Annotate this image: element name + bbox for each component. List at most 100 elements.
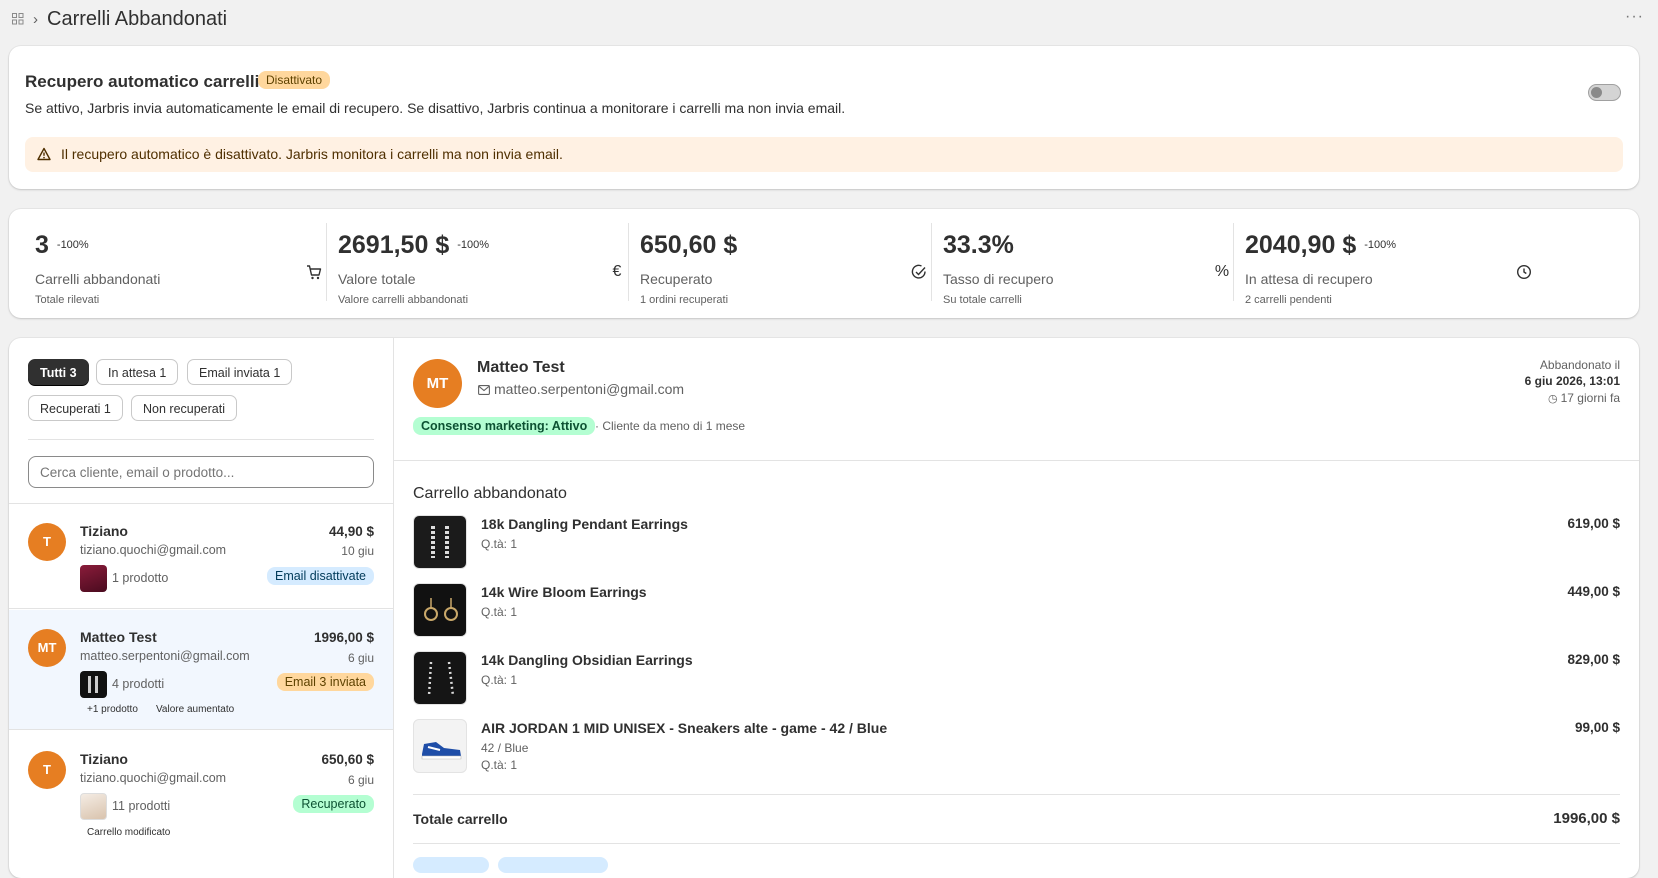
percent-icon: % bbox=[1214, 263, 1230, 280]
status-badge: Disattivato bbox=[258, 71, 331, 89]
carts-panel: Tutti 3 In attesa 1 Email inviata 1 Recu… bbox=[9, 338, 1639, 878]
customer-since: · Cliente da meno di 1 mese bbox=[595, 419, 746, 433]
cart-icon bbox=[307, 265, 322, 280]
recovery-toggle[interactable] bbox=[1588, 84, 1621, 101]
earring-image bbox=[431, 526, 449, 558]
product-name[interactable]: AIR JORDAN 1 MID UNISEX - Sneakers alte … bbox=[481, 720, 887, 736]
stat-change: -100% bbox=[56, 239, 89, 251]
product-variant: 42 / Blue bbox=[481, 741, 529, 755]
section-title: Carrello abbandonato bbox=[413, 485, 567, 502]
stat-value: 650,60 $ bbox=[640, 231, 738, 259]
divider bbox=[394, 460, 1639, 461]
filter-recovered[interactable]: Recuperati 1 bbox=[28, 395, 123, 421]
cart-amount: 650,60 $ bbox=[321, 752, 374, 767]
toggle-knob bbox=[1591, 87, 1602, 98]
cart-amount: 1996,00 $ bbox=[313, 630, 374, 645]
customer-email[interactable]: matteo.serpentoni@gmail.com bbox=[494, 381, 684, 397]
cart-list-item[interactable]: T Tiziano tiziano.quochi@gmail.com 44,90… bbox=[9, 504, 393, 609]
cart-item: AIR JORDAN 1 MID UNISEX - Sneakers alte … bbox=[413, 719, 1620, 779]
customer-name: Matteo Test bbox=[477, 359, 565, 376]
total-value: 1996,00 $ bbox=[1553, 810, 1620, 827]
apps-icon[interactable] bbox=[12, 13, 24, 25]
product-thumbnail bbox=[80, 565, 107, 592]
product-price: 449,00 $ bbox=[1567, 584, 1620, 599]
status-badge: Email 3 inviata bbox=[276, 673, 374, 691]
total-label: Totale carrello bbox=[413, 811, 508, 827]
status-badge: Recuperato bbox=[293, 795, 374, 813]
divider bbox=[9, 729, 393, 730]
product-qty: Q.tà: 1 bbox=[481, 673, 518, 687]
divider bbox=[1233, 223, 1234, 301]
cart-detail-pane: MT Matteo Test matteo.serpentoni@gmail.c… bbox=[394, 338, 1639, 878]
stat-pending: 2040,90 $ -100% In attesa di recupero 2 c… bbox=[1233, 223, 1545, 307]
product-image bbox=[413, 515, 467, 569]
avatar: MT bbox=[28, 629, 66, 667]
divider bbox=[628, 223, 629, 301]
filter-waiting[interactable]: In attesa 1 bbox=[96, 359, 179, 385]
stats-card: 3 -100% Carrelli abbandonati Totale rilev… bbox=[9, 209, 1639, 318]
stat-sub: Totale rilevati bbox=[35, 294, 100, 306]
earring-thumbnail bbox=[88, 676, 98, 693]
filter-all[interactable]: Tutti 3 bbox=[28, 359, 89, 385]
stat-abandoned-carts: 3 -100% Carrelli abbandonati Totale rilev… bbox=[35, 223, 335, 307]
product-qty: Q.tà: 1 bbox=[481, 605, 518, 619]
product-qty: Q.tà: 1 bbox=[481, 758, 518, 772]
stat-label: Carrelli abbandonati bbox=[35, 271, 161, 287]
customer-email: matteo.serpentoni@gmail.com bbox=[80, 649, 250, 663]
mail-icon bbox=[478, 385, 490, 395]
customer-email: tiziano.quochi@gmail.com bbox=[80, 771, 227, 785]
search-input[interactable] bbox=[28, 456, 374, 488]
earring-image bbox=[427, 661, 455, 697]
product-name[interactable]: 18k Dangling Pendant Earrings bbox=[481, 516, 688, 532]
clock-icon: ◷ bbox=[1547, 393, 1561, 405]
abandoned-date: 6 giu 2026, 13:01 bbox=[1524, 374, 1620, 388]
stat-change: -100% bbox=[1364, 239, 1397, 251]
stat-recovered: 650,60 $ Recuperato 1 ordini recuperati bbox=[628, 223, 940, 307]
customer-email: tiziano.quochi@gmail.com bbox=[80, 543, 227, 557]
filter-email-sent[interactable]: Email inviata 1 bbox=[187, 359, 293, 385]
avatar: T bbox=[28, 523, 66, 561]
cart-list-item-selected[interactable]: MT Matteo Test matteo.serpentoni@gmail.c… bbox=[9, 610, 393, 730]
stat-value: 2691,50 $ -100% bbox=[338, 231, 490, 259]
cart-list-item[interactable]: T Tiziano tiziano.quochi@gmail.com 650,6… bbox=[9, 731, 393, 851]
product-name[interactable]: 14k Dangling Obsidian Earrings bbox=[481, 652, 693, 668]
check-circle-icon bbox=[911, 264, 926, 279]
stat-sub: Valore carrelli abbandonati bbox=[338, 294, 469, 306]
stat-value: 2040,90 $ -100% bbox=[1245, 231, 1397, 259]
stat-recovery-rate: 33.3% Tasso di recupero Su totale carrel… bbox=[931, 223, 1243, 307]
sneaker-image bbox=[421, 742, 462, 760]
divider bbox=[9, 608, 393, 609]
product-thumbnail bbox=[80, 793, 107, 820]
divider bbox=[326, 223, 327, 301]
product-qty: Q.tà: 1 bbox=[481, 537, 518, 551]
clock-icon bbox=[1516, 264, 1532, 280]
stat-label: Tasso di recupero bbox=[943, 271, 1054, 287]
recovery-title: Recupero automatico carrelli bbox=[25, 72, 260, 91]
chevron-right-icon: › bbox=[33, 11, 38, 28]
cart-item: 14k Dangling Obsidian Earrings Q.tà: 1 8… bbox=[413, 651, 1620, 711]
stat-sub: 1 ordini recuperati bbox=[640, 294, 729, 306]
stat-sub: 2 carrelli pendenti bbox=[1245, 294, 1332, 306]
badge-partial bbox=[498, 857, 608, 873]
avatar: MT bbox=[413, 359, 462, 408]
abandoned-ago: ◷ 17 giorni fa bbox=[1547, 391, 1620, 405]
product-price: 99,00 $ bbox=[1574, 720, 1620, 735]
change-note: Carrello modificato bbox=[87, 827, 171, 838]
stat-label: Recuperato bbox=[640, 271, 713, 287]
product-image bbox=[413, 719, 467, 773]
page-title: Carrelli Abbandonati bbox=[47, 8, 228, 30]
consent-badge: Consenso marketing: Attivo bbox=[413, 417, 596, 435]
product-thumbnail bbox=[80, 671, 107, 698]
product-name[interactable]: 14k Wire Bloom Earrings bbox=[481, 584, 647, 600]
filter-not-recovered[interactable]: Non recuperati bbox=[131, 395, 237, 421]
cart-amount: 44,90 $ bbox=[328, 524, 374, 539]
stat-label: In attesa di recupero bbox=[1245, 271, 1373, 287]
more-actions-button[interactable]: ··· bbox=[1625, 8, 1644, 26]
divider bbox=[931, 223, 932, 301]
stat-value: 3 -100% bbox=[35, 231, 89, 259]
stat-value: 33.3% bbox=[943, 231, 1014, 259]
cart-item: 14k Wire Bloom Earrings Q.tà: 1 449,00 $ bbox=[413, 583, 1620, 643]
warning-banner: Il recupero automatico è disattivato. Ja… bbox=[25, 137, 1623, 172]
divider bbox=[413, 843, 1620, 844]
product-count: 11 prodotti bbox=[112, 799, 171, 813]
